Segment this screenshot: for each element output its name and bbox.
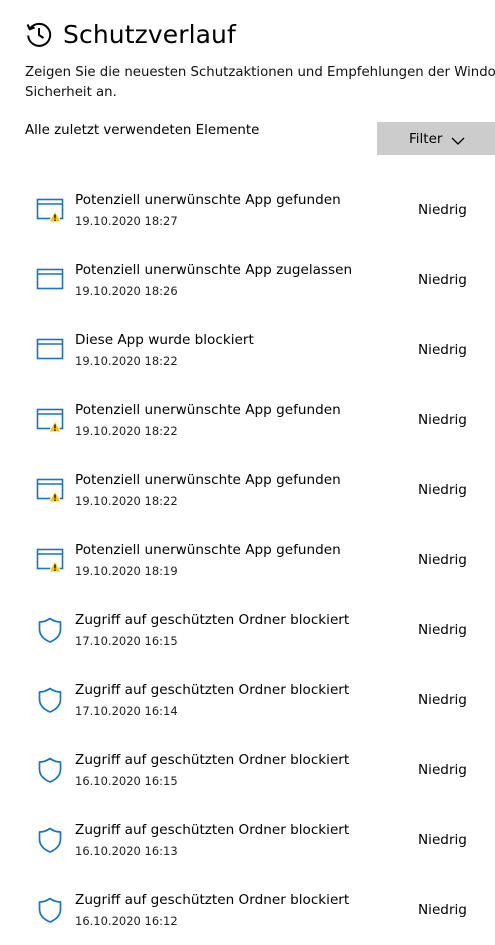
history-item-date: 17.10.2020 16:15 [75, 634, 178, 648]
description-line-1: Zeigen Sie die neuesten Schutzaktionen u… [25, 65, 495, 80]
history-item-title: Potenziell unerwünschte App gefunden [75, 192, 341, 208]
app-window-icon [36, 266, 64, 294]
history-icon [24, 19, 54, 49]
history-item-title: Potenziell unerwünschte App gefunden [75, 472, 341, 488]
app-window-warning-icon [36, 406, 64, 434]
history-item-title: Zugriff auf geschützten Ordner blockiert [75, 892, 350, 908]
chevron-down-icon [451, 134, 465, 145]
shield-icon [36, 826, 64, 854]
history-item-title: Zugriff auf geschützten Ordner blockiert [75, 612, 350, 628]
history-item-severity: Niedrig [418, 272, 467, 288]
history-item[interactable]: Zugriff auf geschützten Ordner blockiert… [0, 805, 495, 875]
history-item-date: 19.10.2020 18:19 [75, 564, 178, 578]
history-item[interactable]: Potenziell unerwünschte App gefunden 19.1… [0, 455, 495, 525]
history-item-date: 16.10.2020 16:15 [75, 774, 178, 788]
history-item[interactable]: Zugriff auf geschützten Ordner blockiert… [0, 665, 495, 735]
shield-icon [36, 896, 64, 924]
history-item-severity: Niedrig [418, 692, 467, 708]
filter-button[interactable]: Filter [377, 122, 495, 155]
history-item-title: Zugriff auf geschützten Ordner blockiert [75, 682, 350, 698]
shield-icon [36, 756, 64, 784]
shield-icon [36, 686, 64, 714]
history-item-date: 19.10.2020 18:27 [75, 214, 178, 228]
history-item-date: 19.10.2020 18:22 [75, 494, 178, 508]
history-item-date: 16.10.2020 16:12 [75, 914, 178, 928]
history-item[interactable]: Potenziell unerwünschte App gefunden 19.1… [0, 525, 495, 595]
history-item-title: Zugriff auf geschützten Ordner blockiert [75, 822, 350, 838]
page-description: Zeigen Sie die neuesten Schutzaktionen u… [25, 63, 495, 103]
app-window-warning-icon [36, 546, 64, 574]
history-item-severity: Niedrig [418, 832, 467, 848]
app-window-icon [36, 336, 64, 364]
history-item-severity: Niedrig [418, 202, 467, 218]
description-line-2: Sicherheit an. [25, 85, 117, 100]
history-item-severity: Niedrig [418, 552, 467, 568]
list-heading: Alle zuletzt verwendeten Elemente [25, 123, 260, 138]
page-title: Schutzverlauf [63, 19, 236, 49]
history-item-date: 19.10.2020 18:22 [75, 424, 178, 438]
history-item-title: Diese App wurde blockiert [75, 332, 254, 348]
history-item[interactable]: Zugriff auf geschützten Ordner blockiert… [0, 595, 495, 665]
history-item-severity: Niedrig [418, 342, 467, 358]
history-item-title: Potenziell unerwünschte App zugelassen [75, 262, 353, 278]
history-item-severity: Niedrig [418, 622, 467, 638]
history-item[interactable]: Potenziell unerwünschte App gefunden 19.1… [0, 385, 495, 455]
page-header: Schutzverlauf [24, 14, 236, 54]
history-item-date: 19.10.2020 18:22 [75, 354, 178, 368]
history-item-severity: Niedrig [418, 762, 467, 778]
app-window-warning-icon [36, 476, 64, 504]
history-item-severity: Niedrig [418, 482, 467, 498]
history-item-severity: Niedrig [418, 412, 467, 428]
history-item-date: 17.10.2020 16:14 [75, 704, 178, 718]
history-item[interactable]: Zugriff auf geschützten Ordner blockiert… [0, 735, 495, 805]
app-window-warning-icon [36, 196, 64, 224]
history-item-date: 16.10.2020 16:13 [75, 844, 178, 858]
filter-label: Filter [409, 130, 443, 147]
shield-icon [36, 616, 64, 644]
history-item-date: 19.10.2020 18:26 [75, 284, 178, 298]
history-item-title: Zugriff auf geschützten Ordner blockiert [75, 752, 350, 768]
history-item-severity: Niedrig [418, 902, 467, 918]
history-item[interactable]: Zugriff auf geschützten Ordner blockiert… [0, 875, 495, 945]
history-item-title: Potenziell unerwünschte App gefunden [75, 542, 341, 558]
history-item[interactable]: Diese App wurde blockiert 19.10.2020 18:2… [0, 315, 495, 385]
history-item[interactable]: Potenziell unerwünschte App zugelassen 19… [0, 245, 495, 315]
history-item[interactable]: Potenziell unerwünschte App gefunden 19.1… [0, 175, 495, 245]
history-item-title: Potenziell unerwünschte App gefunden [75, 402, 341, 418]
history-list: Potenziell unerwünschte App gefunden 19.1… [0, 175, 495, 945]
